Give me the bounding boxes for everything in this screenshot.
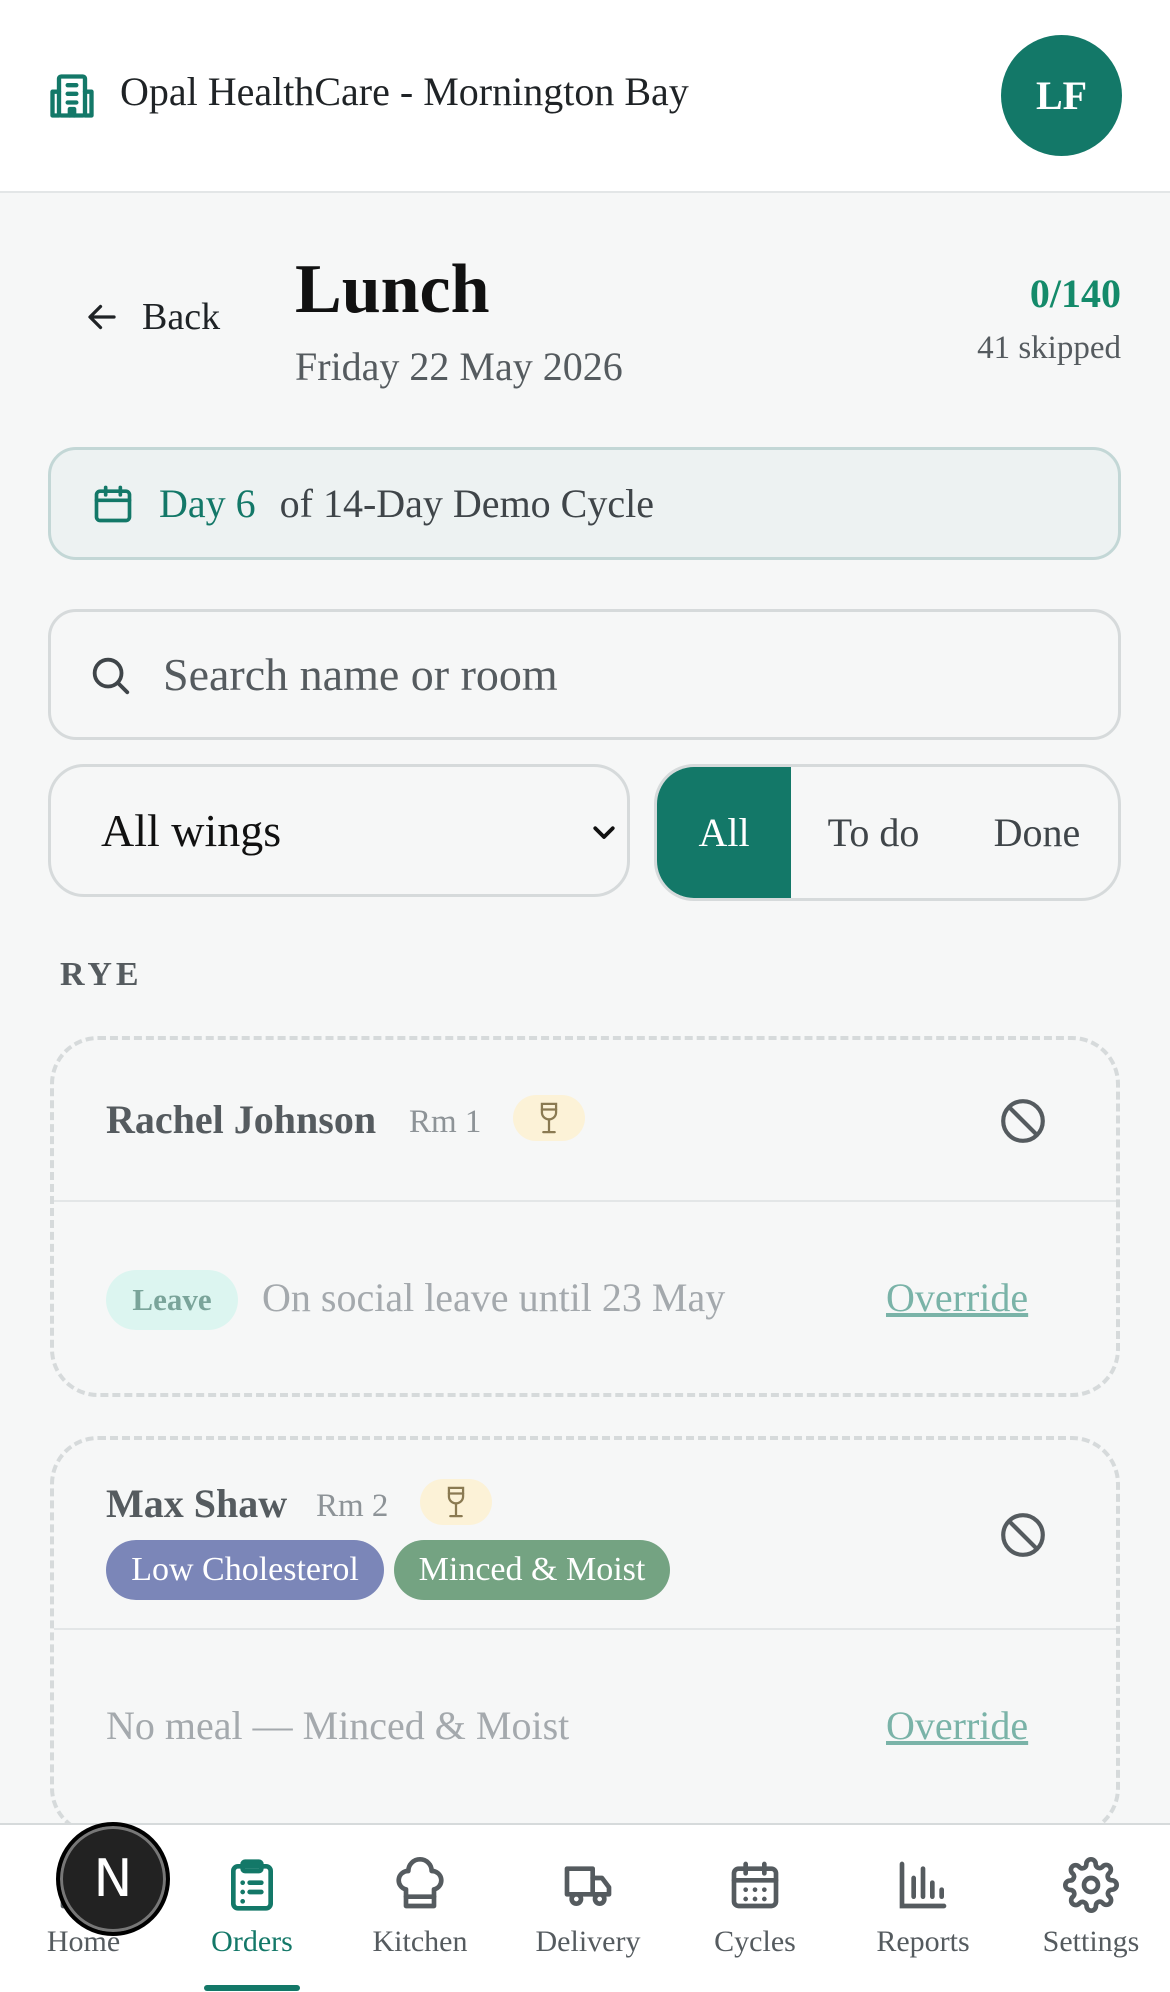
order-count: 0/140 [1029,271,1121,316]
building-icon [50,74,94,118]
search-box [48,609,1121,740]
nav-label: Reports [876,1925,970,1958]
nav-orders[interactable]: Orders [196,1825,308,1992]
nav-label: Delivery [535,1925,641,1958]
bottom-navigation: Home Orders Kitchen Delivery Cycles Repo… [0,1823,1170,1992]
skip-ban-icon[interactable] [998,1096,1048,1146]
status-filter: All To do Done [654,764,1121,901]
calendar-grid-icon [731,1861,779,1909]
wing-select[interactable]: All wings [48,764,630,897]
alcohol-pill [513,1095,585,1141]
clipboard-list-icon [231,1859,273,1911]
meal-date: Friday 22 May 2026 [295,344,623,389]
nav-label: Cycles [714,1925,796,1958]
diet-tag-low-cholesterol: Low Cholesterol [106,1540,384,1600]
resident-status-note: On social leave until 23 May [262,1275,726,1320]
nav-label: Kitchen [372,1925,468,1958]
bar-chart-icon [899,1861,947,1909]
resident-card: Rachel Johnson Rm 1 Leave On social leav… [50,1036,1120,1397]
wing-section-label: RYE [60,956,143,993]
card-divider [54,1628,1116,1630]
resident-status-note: No meal — Minced & Moist [106,1703,570,1748]
filter-to-do[interactable]: To do [791,767,956,898]
nav-label: Settings [1042,1925,1140,1958]
alcohol-pill [420,1479,492,1525]
wine-glass-icon [447,1486,465,1518]
filter-all[interactable]: All [657,767,791,898]
resident-name: Max Shaw [106,1481,288,1526]
search-icon [92,657,130,694]
active-tab-indicator [204,1985,300,1991]
floating-dev-badge[interactable]: N [56,1822,170,1936]
calendar-icon [94,485,132,522]
skipped-count: 41 skipped [977,330,1121,366]
diet-tag-minced-moist: Minced & Moist [394,1540,670,1600]
resident-card: Max Shaw Rm 2 Low Cholesterol Minced & M… [50,1436,1120,1836]
cycle-day: Day 6 [159,481,256,526]
wine-glass-icon [540,1102,558,1134]
facility-name: Opal HealthCare - Mornington Bay [120,69,689,114]
nav-delivery[interactable]: Delivery [528,1825,648,1992]
nav-kitchen[interactable]: Kitchen [364,1825,476,1992]
resident-name: Rachel Johnson [106,1097,377,1142]
chevron-down-icon [593,826,615,839]
wing-select-value: All wings [101,805,282,856]
override-link[interactable]: Override [886,1702,1028,1749]
chef-hat-icon [396,1857,444,1909]
user-avatar[interactable]: LF [1001,35,1122,156]
nav-cycles[interactable]: Cycles [700,1825,810,1992]
leave-badge: Leave [106,1270,238,1330]
cycle-name: of 14-Day Demo Cycle [279,481,654,526]
nav-reports[interactable]: Reports [868,1825,978,1992]
nav-settings[interactable]: Settings [1036,1825,1146,1992]
top-app-bar: Opal HealthCare - Mornington Bay LF [0,0,1170,193]
filter-done[interactable]: Done [956,767,1118,898]
arrow-left-icon [88,304,116,330]
gear-icon [1063,1857,1119,1913]
cycle-banner: Day 6 of 14-Day Demo Cycle [48,447,1121,560]
back-label: Back [142,296,221,338]
resident-room: Rm 1 [409,1104,482,1140]
back-button[interactable]: Back [84,295,220,339]
card-divider [54,1200,1116,1202]
skip-ban-icon[interactable] [998,1510,1048,1560]
search-input[interactable] [163,648,1063,701]
page-title: Lunch [295,251,490,328]
override-link[interactable]: Override [886,1274,1028,1321]
truck-icon [564,1866,612,1906]
resident-room: Rm 2 [316,1488,389,1524]
nav-label: Orders [211,1925,293,1958]
